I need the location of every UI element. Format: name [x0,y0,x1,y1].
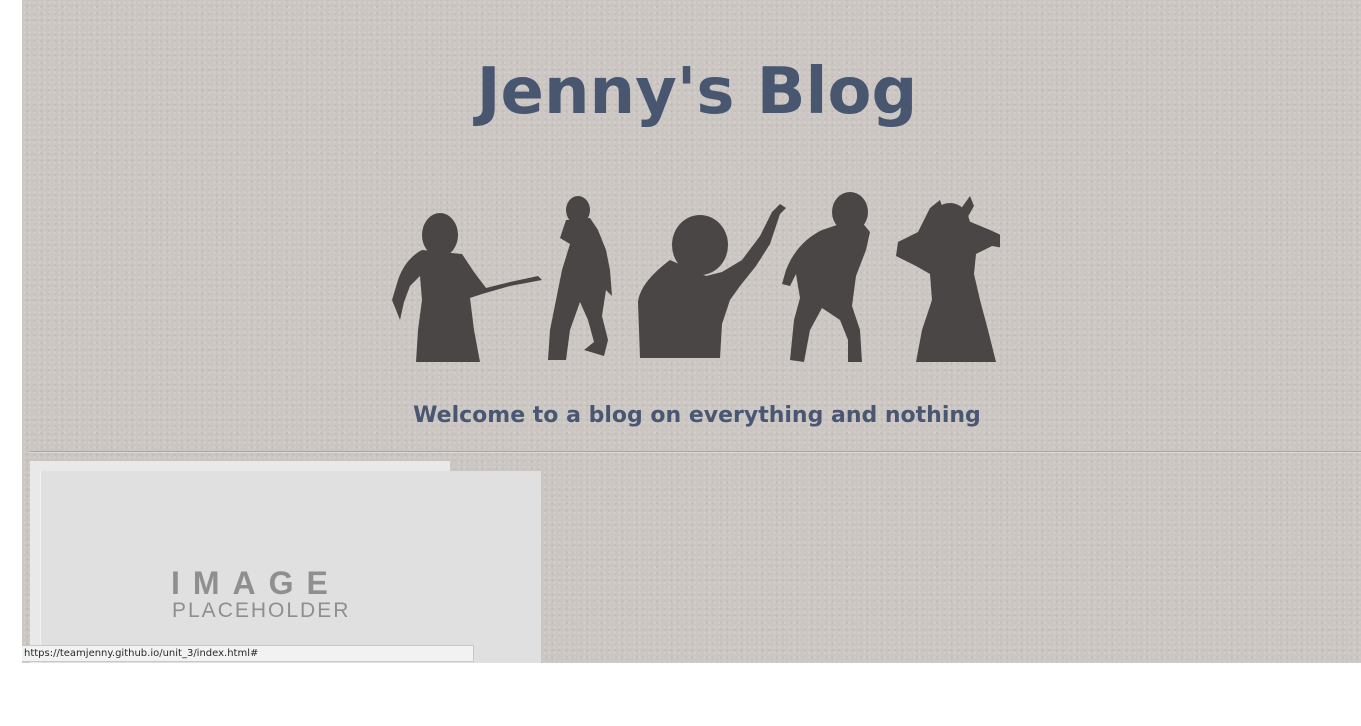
post-image-placeholder[interactable]: IMAGE PLACEHOLDER [40,471,541,663]
dancer-3-silhouette [638,204,786,358]
dancer-5-silhouette [896,196,1000,362]
browser-status-bar-url: https://teamjenny.github.io/unit_3/index… [22,645,474,662]
dancer-4-silhouette [782,192,870,362]
dancer-1-silhouette [392,213,542,362]
blog-tagline: Welcome to a blog on everything and noth… [413,403,981,428]
header-divider [30,451,1361,453]
page-viewport: Jenny's Blog Welcome to a blog on everyt… [22,0,1361,663]
placeholder-title: IMAGE [171,565,341,601]
placeholder-subtitle: PLACEHOLDER [172,599,351,622]
dancer-silhouettes-icon [392,192,1000,362]
dancer-2-silhouette [548,196,612,360]
blog-title[interactable]: Jenny's Blog [22,52,1361,132]
